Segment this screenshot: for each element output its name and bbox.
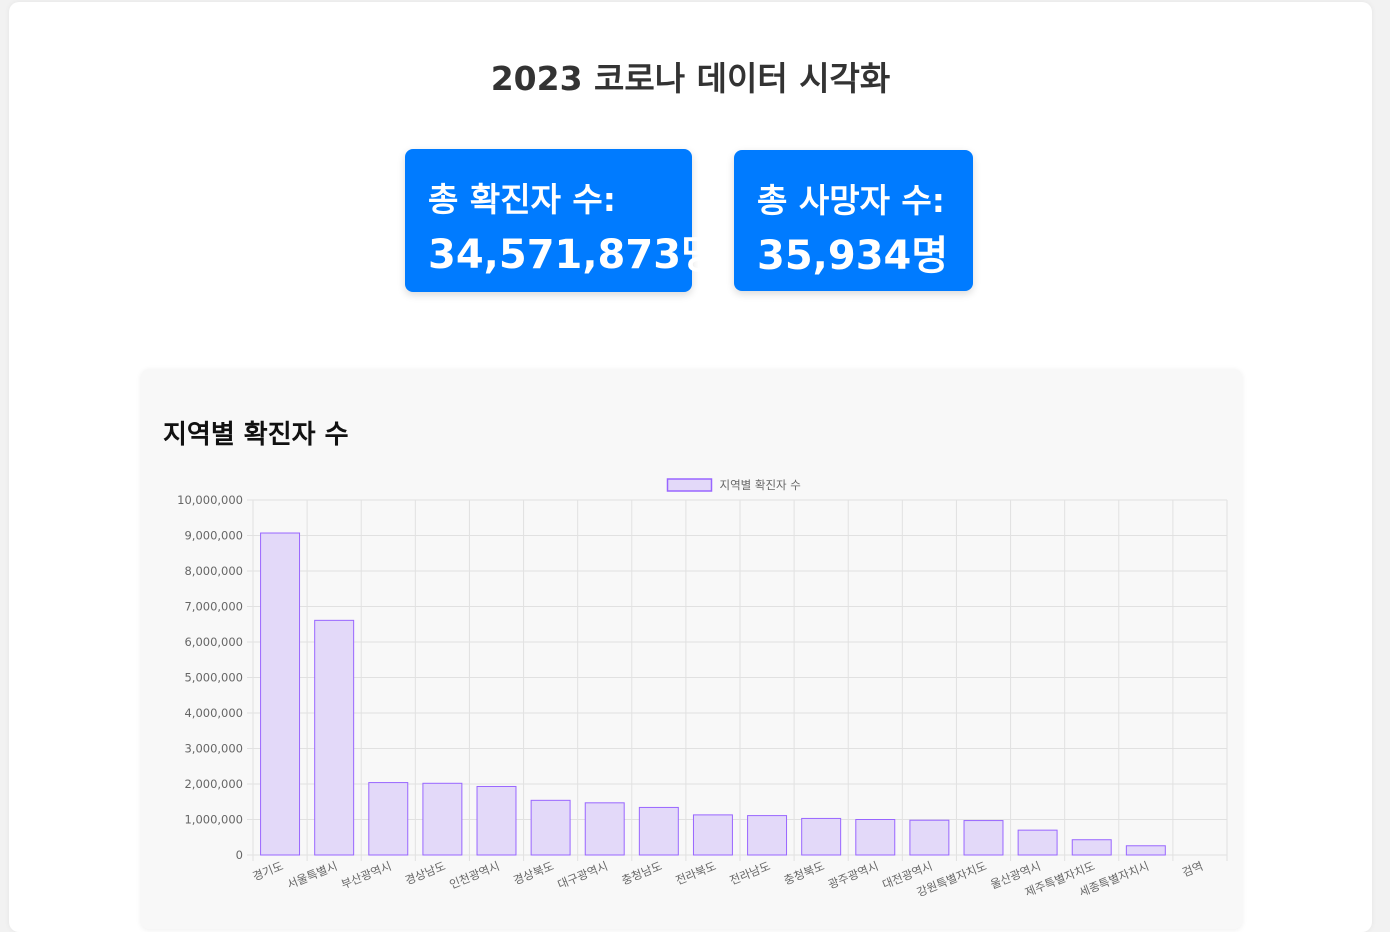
total-deaths-label: 총 사망자 수: [757, 181, 945, 220]
bar [1017, 829, 1058, 856]
y-tick-label: 3,000,000 [184, 742, 243, 756]
bar [909, 819, 950, 856]
bar [368, 782, 409, 856]
x-tick-label: 대구광역시 [556, 859, 610, 892]
y-tick-label: 6,000,000 [184, 635, 243, 649]
bar [1125, 845, 1166, 856]
x-tick-label: 인천광역시 [447, 859, 501, 892]
x-tick-label: 경기도 [250, 859, 285, 884]
bar [855, 819, 896, 856]
x-tick-label: 검역 [1180, 859, 1205, 880]
y-tick-label: 9,000,000 [184, 529, 243, 543]
bar [638, 806, 679, 856]
chart-panel: 지역별 확진자 수 0 1,000,000 2,000,000 3,000,000 4,… [141, 369, 1242, 929]
total-deaths-card: 총 사망자 수: 35,934명 [734, 150, 973, 291]
x-tick-label: 경상남도 [403, 859, 447, 888]
x-tick-label: 충청북도 [782, 859, 826, 888]
bar [747, 815, 788, 856]
x-tick-label: 서울특별시 [285, 859, 339, 892]
page-container: 2023 코로나 데이터 시각화 총 확진자 수: 34,571,873명 총 … [9, 2, 1372, 932]
bar [260, 532, 301, 856]
bar [476, 785, 517, 856]
bar [422, 782, 463, 856]
bar [1071, 839, 1112, 856]
total-confirmed-card: 총 확진자 수: 34,571,873명 [405, 149, 718, 292]
y-tick-label: 5,000,000 [184, 671, 243, 685]
legend-swatch [666, 478, 713, 492]
y-tick-label: 4,000,000 [184, 706, 243, 720]
x-tick-label: 충청남도 [619, 859, 663, 888]
bar [801, 817, 842, 856]
y-tick-label: 1,000,000 [184, 813, 243, 827]
total-confirmed-value: 34,571,873명 [428, 232, 718, 278]
x-tick-label: 광주광역시 [826, 859, 880, 892]
bar-chart: 0 1,000,000 2,000,000 3,000,000 4,000,000 5,0… [177, 478, 1228, 900]
total-confirmed-label: 총 확진자 수: [428, 180, 616, 219]
x-tick-label: 전라북도 [674, 859, 718, 888]
total-deaths-value: 35,934명 [757, 233, 949, 279]
bar [584, 802, 625, 856]
bar [963, 820, 1004, 856]
page-title: 2023 코로나 데이터 시각화 [490, 59, 891, 98]
bar [530, 799, 571, 856]
bar [314, 619, 355, 856]
y-tick-label: 8,000,000 [184, 564, 243, 578]
legend-label: 지역별 확진자 수 [720, 478, 801, 492]
y-tick-label: 2,000,000 [184, 777, 243, 791]
y-tick-label: 0 [236, 848, 243, 862]
x-tick-label: 전라남도 [728, 859, 772, 888]
y-tick-label: 7,000,000 [184, 600, 243, 614]
y-tick-label: 10,000,000 [177, 493, 243, 507]
x-tick-label: 경상북도 [511, 859, 555, 888]
x-tick-label: 부산광역시 [339, 859, 393, 892]
bar [692, 814, 733, 856]
